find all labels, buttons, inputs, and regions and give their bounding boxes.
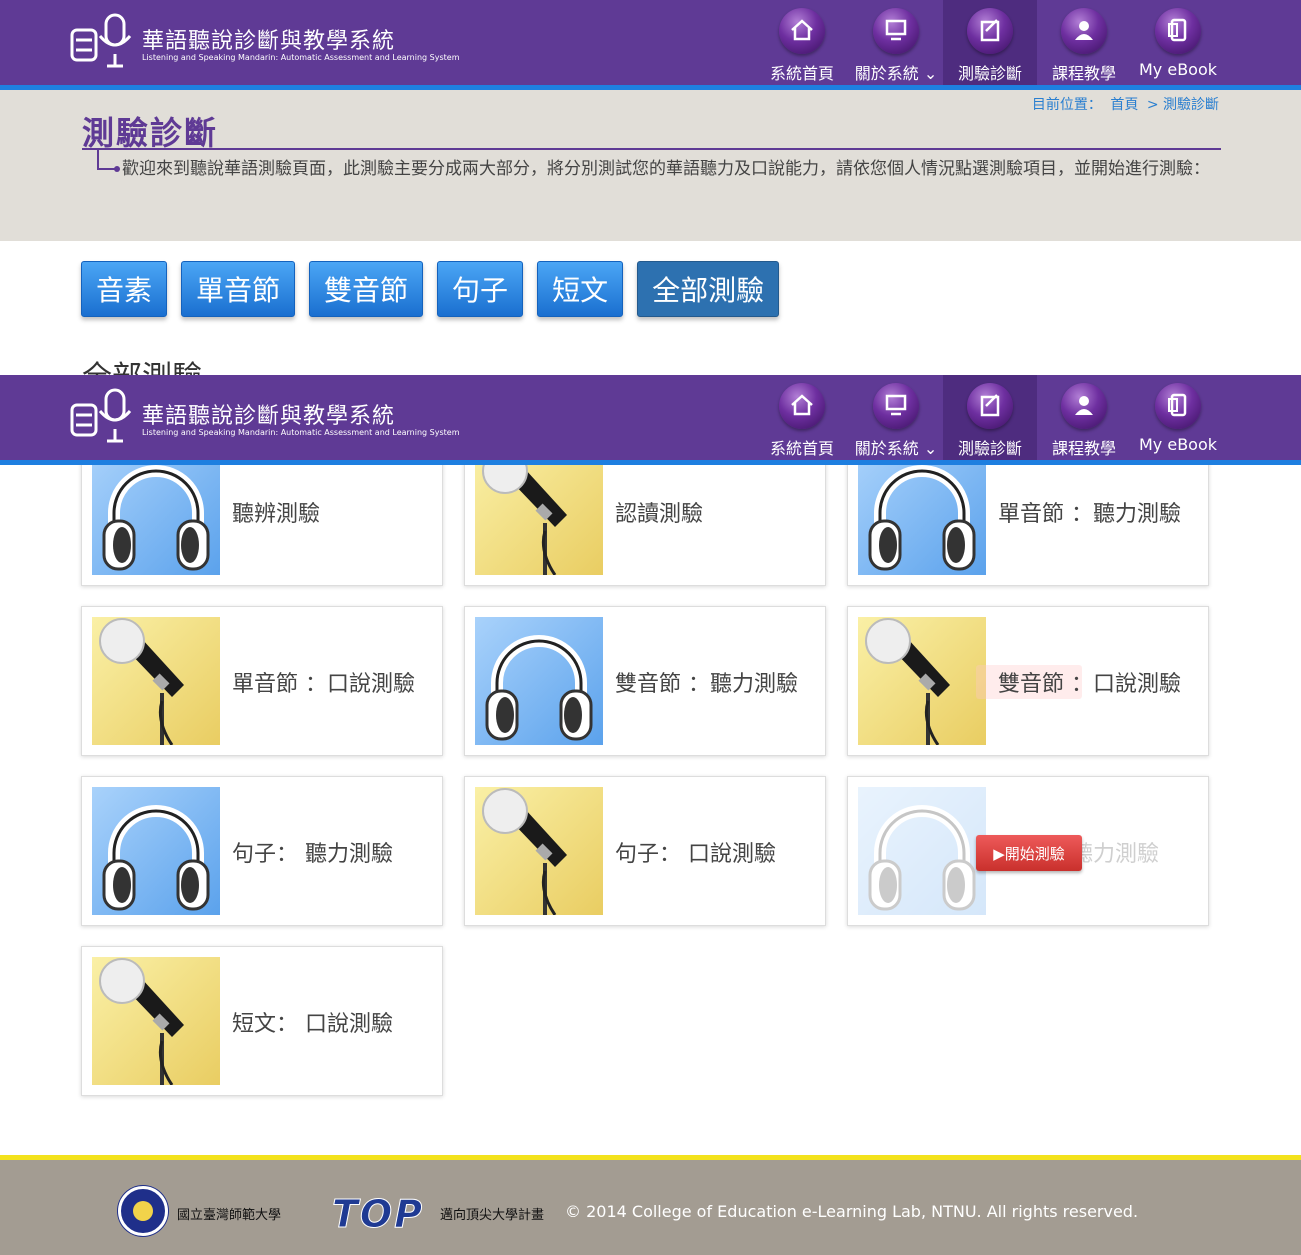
breadcrumb: 目前位置： 首頁 > 測驗診斷 (1028, 94, 1219, 114)
home-icon (779, 383, 825, 429)
monitor-icon (873, 383, 919, 429)
site-logo[interactable] (68, 387, 136, 445)
copyright-text: © 2014 College of Education e-Learning L… (565, 1202, 1139, 1221)
headphones-icon (92, 447, 220, 575)
ebook-icon (1155, 383, 1201, 429)
nav-label: 關於系統 ⌄ (854, 439, 938, 458)
nav-item-ebook[interactable]: My eBook (1131, 375, 1225, 460)
site-title: 華語聽說診斷與教學系統 (142, 404, 396, 429)
test-card-sentence-speaking[interactable]: 句子： 口說測驗 (464, 776, 826, 926)
nav-item-about[interactable]: 關於系統 ⌄ (849, 0, 943, 85)
card-title: 句子： 口說測驗 (615, 842, 776, 867)
tab-sentence[interactable]: 句子 (437, 261, 524, 317)
teacher-icon (1061, 383, 1107, 429)
nav-label: 測驗診斷 (957, 64, 1022, 83)
card-title: 單音節 ：口說測驗 (232, 672, 415, 697)
test-card-passage-speaking[interactable]: 短文： 口說測驗 (81, 946, 443, 1096)
home-icon (779, 8, 825, 54)
headphones-icon (475, 617, 603, 745)
nav-label: 系統首頁 (769, 64, 834, 83)
card-title: 雙音節 ：聽力測驗 (615, 672, 798, 697)
test-card-mono-speaking[interactable]: 單音節 ：口說測驗 (81, 606, 443, 756)
tab-all-tests[interactable]: 全部測驗 (637, 261, 780, 317)
breadcrumb-prefix: 目前位置： (1031, 97, 1102, 113)
ntnu-seal-logo[interactable] (118, 1186, 168, 1236)
site-header: 華語聽說診斷與教學系統 Listening and Speaking Manda… (0, 0, 1301, 90)
card-title: 句子： 聽力測驗 (232, 842, 393, 867)
card-title: 雙音節 ：口說測驗 (998, 672, 1181, 697)
monitor-icon (873, 8, 919, 54)
test-card-passage-listening[interactable]: 短文： 聽力測驗 ▶開始測驗 (847, 776, 1209, 926)
nav-label: My eBook (1138, 435, 1218, 454)
nav-item-course[interactable]: 課程教學 (1037, 375, 1131, 460)
headphones-icon (858, 787, 986, 915)
nav-label: My eBook (1138, 60, 1218, 79)
microphone-icon (475, 787, 603, 915)
test-category-tabs: 音素 單音節 雙音節 句子 短文 全部測驗 (81, 261, 793, 317)
nav-label: 測驗診斷 (957, 439, 1022, 458)
bullet-dot (114, 166, 120, 172)
university-name: 國立臺灣師範大學 (177, 1208, 282, 1223)
headphones-icon (858, 447, 986, 575)
test-card-di-listening[interactable]: 雙音節 ：聽力測驗 (464, 606, 826, 756)
test-card-sentence-listening[interactable]: 句子： 聽力測驗 (81, 776, 443, 926)
title-band: 目前位置： 首頁 > 測驗診斷 測驗診斷 歡迎來到聽說華語測驗頁面，此測驗主要分… (0, 90, 1301, 241)
sticky-header: 華語聽說診斷與教學系統 Listening and Speaking Manda… (0, 375, 1301, 465)
breadcrumb-home-link[interactable]: 首頁 (1110, 97, 1138, 113)
nav-label: 課程教學 (1051, 439, 1116, 458)
title-divider (82, 148, 1221, 150)
microphone-icon (92, 617, 220, 745)
intro-text: 歡迎來到聽說華語測驗頁面，此測驗主要分成兩大部分，將分別測試您的華語聽力及口說能… (122, 159, 1210, 179)
tab-passage[interactable]: 短文 (537, 261, 624, 317)
tab-phoneme[interactable]: 音素 (81, 261, 168, 317)
nav-item-about[interactable]: 關於系統 ⌄ (849, 375, 943, 460)
main-nav: 系統首頁 關於系統 ⌄ 測驗診斷 課程教學 My eBook (755, 375, 1225, 460)
microphone-icon (858, 617, 986, 745)
top-program-name: 邁向頂尖大學計畫 (440, 1208, 545, 1223)
chevron-down-icon: ⌄ (923, 439, 938, 458)
tab-disyllable[interactable]: 雙音節 (309, 261, 424, 317)
headphones-icon (92, 787, 220, 915)
nav-item-assessment[interactable]: 測驗診斷 (943, 375, 1037, 460)
nav-item-assessment[interactable]: 測驗診斷 (943, 0, 1037, 85)
tab-monosyllable[interactable]: 單音節 (181, 261, 296, 317)
clipboard-icon (967, 383, 1013, 429)
site-subtitle: Listening and Speaking Mandarin: Automat… (142, 428, 460, 437)
breadcrumb-current: > 測驗診斷 (1146, 97, 1219, 113)
chevron-down-icon: ⌄ (923, 64, 938, 83)
nav-label: 關於系統 ⌄ (854, 64, 938, 83)
nav-item-home[interactable]: 系統首頁 (755, 0, 849, 85)
top-program-logo[interactable]: TOP (331, 1192, 424, 1237)
start-test-button[interactable]: ▶開始測驗 (976, 835, 1082, 871)
nav-item-home[interactable]: 系統首頁 (755, 375, 849, 460)
clipboard-icon (967, 8, 1013, 54)
site-footer: 國立臺灣師範大學 TOP 邁向頂尖大學計畫 © 2014 College of … (0, 1155, 1301, 1255)
nav-item-course[interactable]: 課程教學 (1037, 0, 1131, 85)
card-title: 短文： 口說測驗 (232, 1012, 393, 1037)
nav-label: 課程教學 (1051, 64, 1116, 83)
main-nav: 系統首頁 關於系統 ⌄ 測驗診斷 課程教學 My eBook (755, 0, 1225, 85)
site-title: 華語聽說診斷與教學系統 (142, 29, 396, 54)
teacher-icon (1061, 8, 1107, 54)
microphone-icon (475, 447, 603, 575)
ebook-icon (1155, 8, 1201, 54)
site-subtitle: Listening and Speaking Mandarin: Automat… (142, 53, 460, 62)
site-logo[interactable] (68, 12, 136, 70)
microphone-icon (92, 957, 220, 1085)
nav-label: 系統首頁 (769, 439, 834, 458)
nav-item-ebook[interactable]: My eBook (1131, 0, 1225, 85)
test-card-di-speaking[interactable]: 雙音節 ：口說測驗 (847, 606, 1209, 756)
